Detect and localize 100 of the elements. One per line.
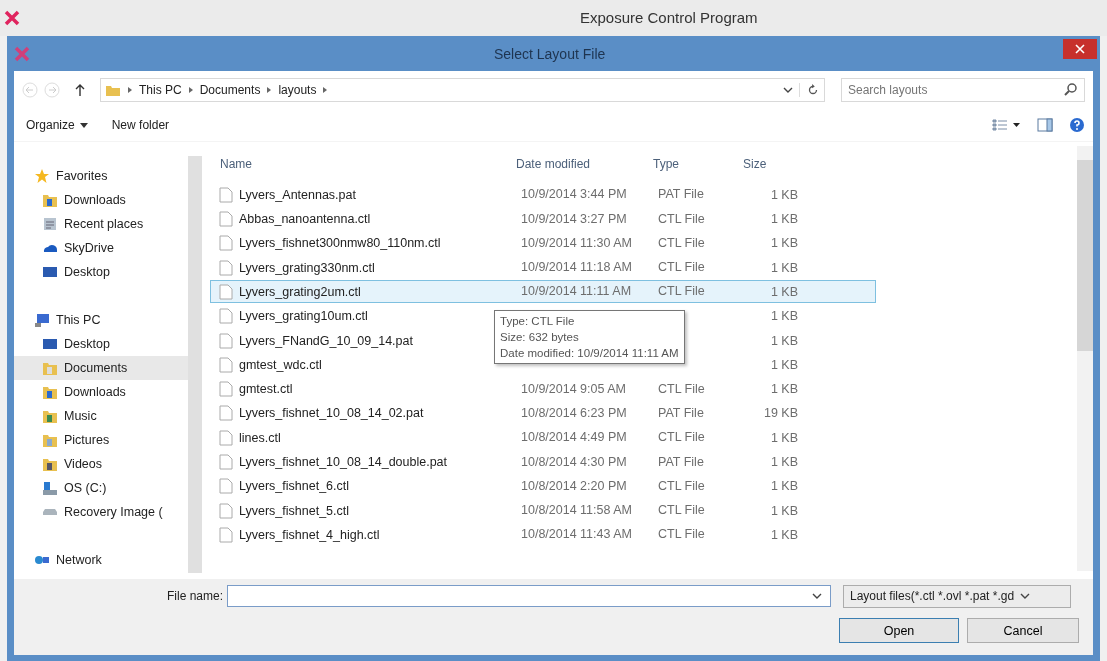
file-name[interactable]: Lyvers_fishnet_6.ctl (239, 479, 349, 494)
file-name[interactable]: Lyvers_grating2um.ctl (239, 285, 361, 299)
file-name[interactable]: gmtest_wdc.ctl (239, 357, 322, 372)
organize-button[interactable]: Organize (22, 116, 92, 134)
close-icon (1075, 44, 1085, 54)
videos-folder-icon (42, 456, 58, 472)
app-logo-icon (14, 45, 30, 62)
file-type: CTL File (658, 430, 705, 445)
file-name[interactable]: Lyvers_fishnet_5.ctl (239, 503, 349, 518)
sidebar-item[interactable]: Desktop (14, 260, 188, 284)
sidebar-item[interactable]: SkyDrive (14, 236, 188, 260)
documents-folder-icon (42, 360, 58, 376)
column-header[interactable]: Size (743, 157, 793, 171)
file-icon (219, 502, 233, 519)
file-type: CTL File (658, 503, 705, 518)
date-modified: 10/8/2014 4:30 PM (521, 454, 627, 469)
file-type: CTL File (658, 381, 705, 396)
file-name[interactable]: Lyvers_grating330nm.ctl (239, 260, 375, 275)
file-icon (219, 332, 233, 349)
scrollbar[interactable] (188, 156, 202, 573)
open-button[interactable]: Open (839, 618, 959, 643)
close-button[interactable] (1063, 39, 1097, 59)
file-name-field[interactable] (227, 585, 831, 607)
column-header[interactable]: Type (653, 157, 743, 171)
sidebar-item[interactable]: Recovery Image ( (14, 500, 188, 524)
file-icon (219, 235, 233, 252)
dropdown-icon[interactable] (812, 593, 822, 599)
file-size: 1 KB (770, 430, 798, 445)
date-modified: 10/8/2014 11:43 AM (521, 527, 632, 542)
sidebar-item[interactable]: Music (14, 404, 188, 428)
drive-icon (42, 480, 58, 496)
date-modified: 10/8/2014 2:20 PM (521, 478, 627, 493)
date-modified: 10/9/2014 9:05 AM (521, 381, 626, 396)
file-name[interactable]: Lyvers_fishnet_10_08_14_double.pat (239, 455, 448, 470)
file-size: 1 KB (770, 455, 798, 470)
column-header[interactable]: Date modified (516, 157, 653, 171)
date-modified: 10/9/2014 11:30 AM (521, 235, 632, 250)
star-icon (34, 168, 50, 184)
sidebar-item[interactable]: Documents (14, 356, 188, 380)
file-size: 1 KB (770, 309, 798, 324)
file-size: 1 KB (770, 187, 798, 202)
recent-places-icon (42, 216, 58, 232)
view-options-icon[interactable] (991, 117, 1021, 133)
sidebar-item[interactable]: Desktop (14, 332, 188, 356)
tooltip-line: Date modified: 10/9/2014 11:11 AM (500, 346, 679, 361)
search-icon[interactable] (1063, 82, 1079, 98)
file-type-dropdown[interactable]: Layout files(*.ctl *.ovl *.pat *.gd (843, 584, 1071, 608)
download-folder-icon (42, 192, 58, 208)
file-name[interactable]: gmtest.ctl (239, 382, 293, 397)
preview-pane-icon[interactable] (1037, 117, 1053, 133)
file-name[interactable]: Lyvers_fishnet_4_high.ctl (239, 527, 380, 542)
breadcrumb-item[interactable]: layouts (278, 83, 317, 97)
dropdown-icon[interactable] (783, 87, 793, 93)
file-icon (219, 308, 233, 325)
file-name[interactable]: Abbas_nanoantenna.ctl (239, 212, 371, 227)
sidebar-item[interactable]: Recent places (14, 212, 188, 236)
sidebar-item[interactable]: Pictures (14, 428, 188, 452)
chevron-icon (127, 86, 133, 94)
refresh-icon[interactable] (799, 83, 820, 97)
sidebar-item[interactable]: This PC (14, 308, 188, 332)
file-icon (219, 356, 233, 373)
sidebar-item[interactable]: Downloads (14, 188, 188, 212)
file-type: CTL File (658, 527, 705, 542)
dialog-title: Select Layout File (494, 46, 606, 62)
tooltip-line: Type: CTL File (500, 314, 576, 329)
file-name[interactable]: Lyvers_fishnet300nmw80_110nm.ctl (239, 236, 441, 251)
file-name[interactable]: Lyvers_FNandG_10_09_14.pat (239, 333, 413, 348)
new-folder-button[interactable]: New folder (107, 116, 174, 134)
sidebar-item[interactable]: OS (C:) (14, 476, 188, 500)
breadcrumb-item[interactable]: This PC (139, 83, 182, 97)
column-header[interactable]: Name (210, 157, 516, 171)
file-size: 1 KB (770, 333, 798, 348)
scrollbar[interactable] (1077, 146, 1093, 571)
file-icon (219, 259, 233, 276)
file-size: 1 KB (770, 357, 798, 372)
file-name[interactable]: Lyvers_fishnet_10_08_14_02.pat (239, 406, 424, 421)
file-name[interactable]: lines.ctl (239, 430, 281, 445)
file-type: CTL File (658, 211, 705, 226)
file-name[interactable]: Lyvers_Antennas.pat (239, 187, 356, 202)
file-icon (219, 429, 233, 446)
breadcrumb-item[interactable]: Documents (199, 83, 261, 97)
help-icon[interactable] (1069, 117, 1085, 133)
file-icon (219, 284, 233, 300)
address-bar[interactable]: This PC Documents layouts (100, 78, 825, 102)
sidebar-item[interactable]: Videos (14, 452, 188, 476)
file-size: 1 KB (770, 503, 798, 518)
chevron-icon (322, 86, 329, 94)
chevron-icon (266, 86, 273, 94)
sidebar-item[interactable]: Downloads (14, 380, 188, 404)
window-title: Exposure Control Program (580, 9, 758, 26)
sidebar-item[interactable]: Favorites (14, 164, 188, 188)
file-type: CTL File (658, 284, 705, 299)
sidebar-item[interactable]: Network (14, 548, 188, 572)
cancel-button[interactable]: Cancel (967, 618, 1079, 643)
date-modified: 10/9/2014 11:11 AM (521, 284, 632, 299)
computer-icon (34, 312, 50, 328)
file-name[interactable]: Lyvers_grating10um.ctl (239, 309, 368, 324)
selected-file-row[interactable]: Lyvers_grating2um.ctl 10/9/2014 11:11 AM CTL File 1 KB (210, 280, 876, 304)
file-type: PAT File (658, 454, 704, 469)
search-field[interactable]: Search layouts (841, 78, 1085, 102)
